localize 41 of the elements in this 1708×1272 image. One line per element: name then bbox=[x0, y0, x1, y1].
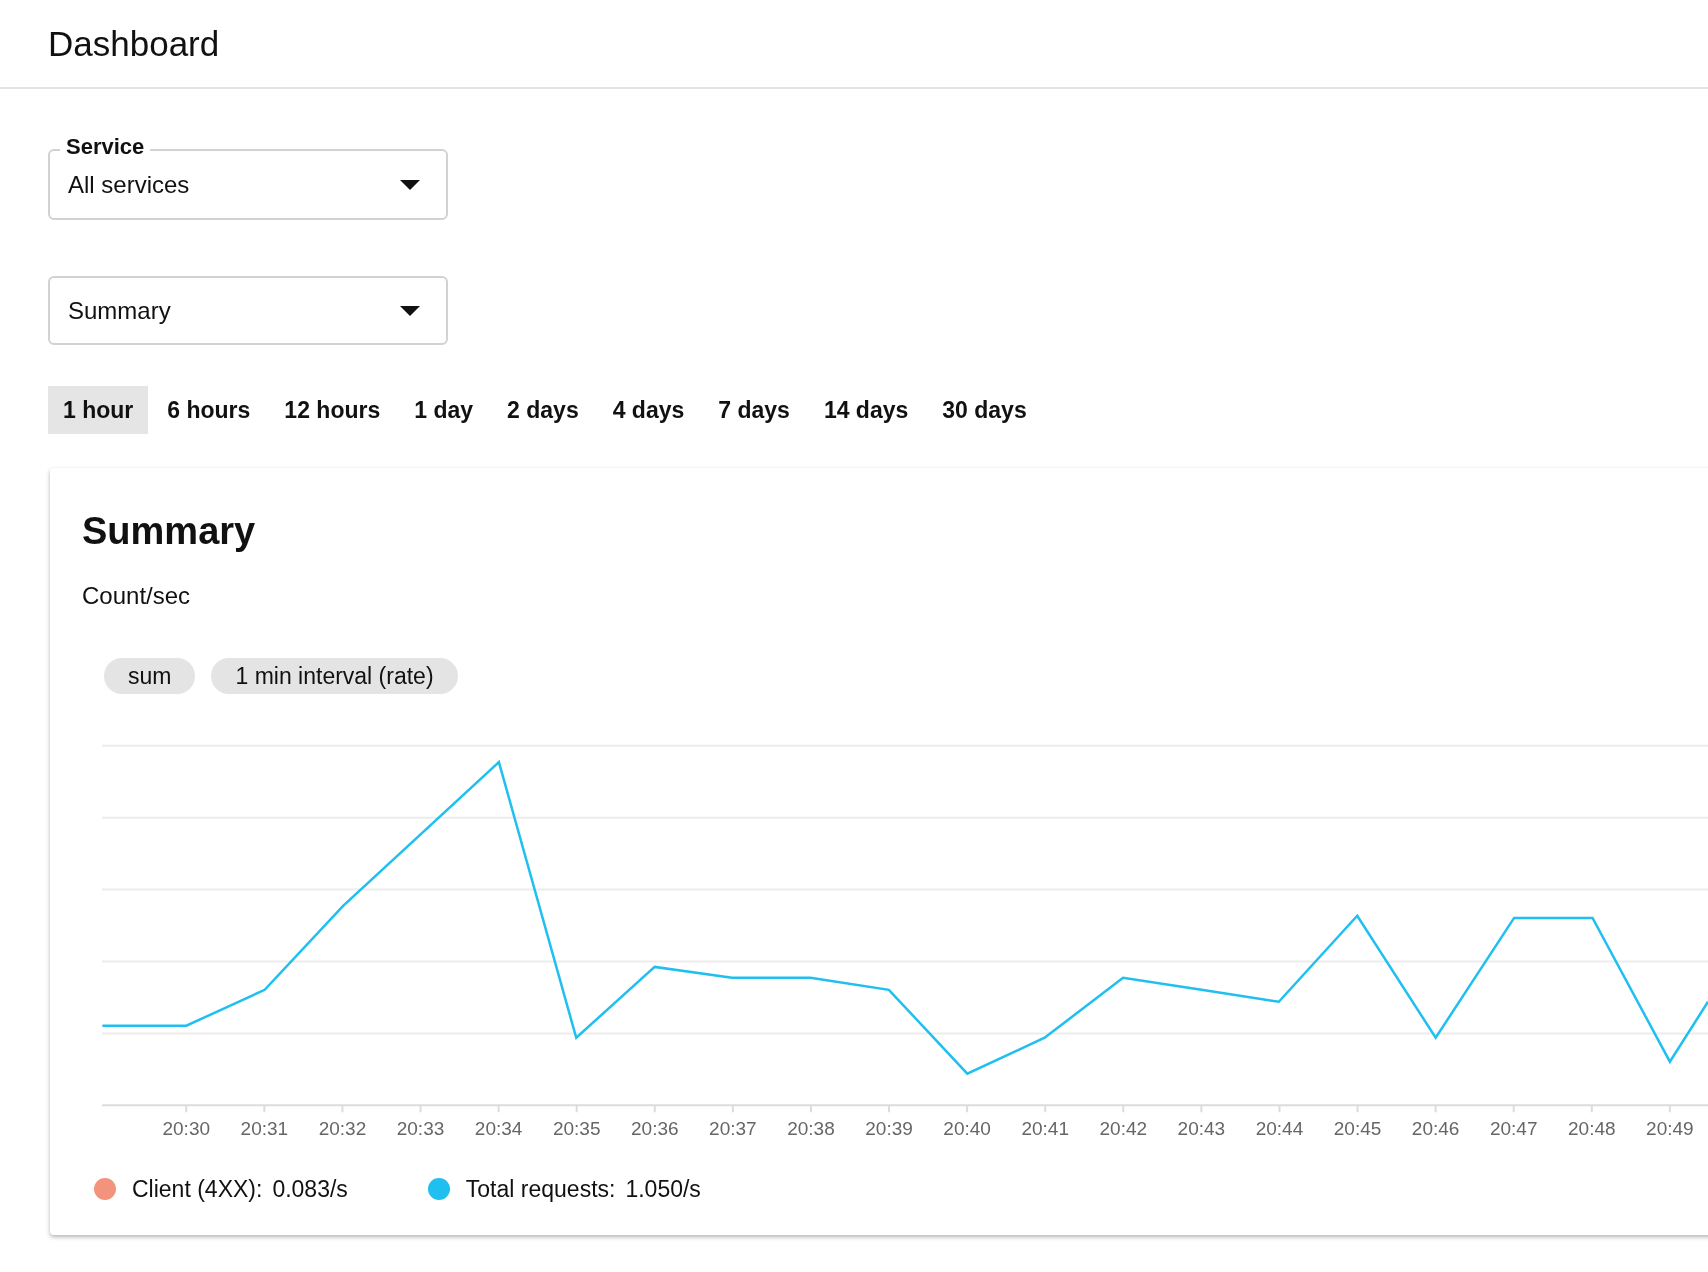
x-tick-label: 20:41 bbox=[1021, 1118, 1069, 1140]
unit-label: Count/sec bbox=[82, 584, 192, 608]
time-range-tab[interactable]: 6 hours bbox=[152, 386, 266, 434]
x-tick-label: 20:36 bbox=[631, 1118, 679, 1140]
time-range-tab[interactable]: 14 days bbox=[808, 386, 924, 434]
time-range-tab[interactable]: 7 days bbox=[703, 386, 805, 434]
aggregation-chip: 1 min interval (rate) bbox=[211, 658, 458, 694]
legend-label: Client (4XX): bbox=[132, 1175, 263, 1204]
aggregation-chip: sum bbox=[104, 658, 196, 694]
x-tick-label: 20:45 bbox=[1333, 1118, 1382, 1140]
time-range-tab[interactable]: 1 hour bbox=[48, 386, 149, 434]
legend-value: 0.083/s bbox=[272, 1175, 348, 1204]
x-tick-label: 20:32 bbox=[318, 1118, 367, 1140]
x-tick-label: 20:39 bbox=[865, 1118, 913, 1140]
time-range-tab[interactable]: 2 days bbox=[492, 386, 594, 434]
x-tick-label: 20:47 bbox=[1489, 1118, 1538, 1140]
x-tick-label: 20:34 bbox=[474, 1118, 523, 1140]
time-range-tab[interactable]: 4 days bbox=[597, 386, 700, 434]
time-range-tab[interactable]: 12 hours bbox=[269, 386, 396, 434]
x-tick-label: 20:43 bbox=[1177, 1118, 1226, 1140]
view-select[interactable]: Summary bbox=[48, 276, 448, 345]
x-tick-label: 20:48 bbox=[1568, 1118, 1616, 1140]
time-range-tab[interactable]: 1 day bbox=[399, 386, 489, 434]
time-range-tab[interactable]: 30 days bbox=[927, 386, 1042, 434]
x-tick-label: 20:40 bbox=[943, 1118, 991, 1140]
x-tick-label: 20:37 bbox=[709, 1118, 757, 1140]
x-tick-label: 20:38 bbox=[787, 1118, 835, 1140]
x-tick-label: 20:31 bbox=[240, 1118, 289, 1140]
x-tick-label: 20:30 bbox=[162, 1118, 211, 1140]
legend-label: Total requests: bbox=[465, 1175, 616, 1204]
x-tick-label: 20:42 bbox=[1099, 1118, 1148, 1140]
card-title: Summary bbox=[82, 512, 257, 550]
x-tick-label: 20:44 bbox=[1255, 1118, 1304, 1140]
x-tick-label: 20:46 bbox=[1411, 1118, 1460, 1140]
page-title: Dashboard bbox=[48, 26, 220, 61]
dropdown-caret-icon bbox=[400, 305, 420, 316]
dropdown-caret-icon bbox=[400, 179, 420, 190]
x-tick-label: 20:49 bbox=[1646, 1118, 1694, 1140]
x-tick-label: 20:35 bbox=[552, 1118, 601, 1140]
legend-value: 1.050/s bbox=[625, 1175, 701, 1204]
x-tick-label: 20:33 bbox=[396, 1118, 445, 1140]
